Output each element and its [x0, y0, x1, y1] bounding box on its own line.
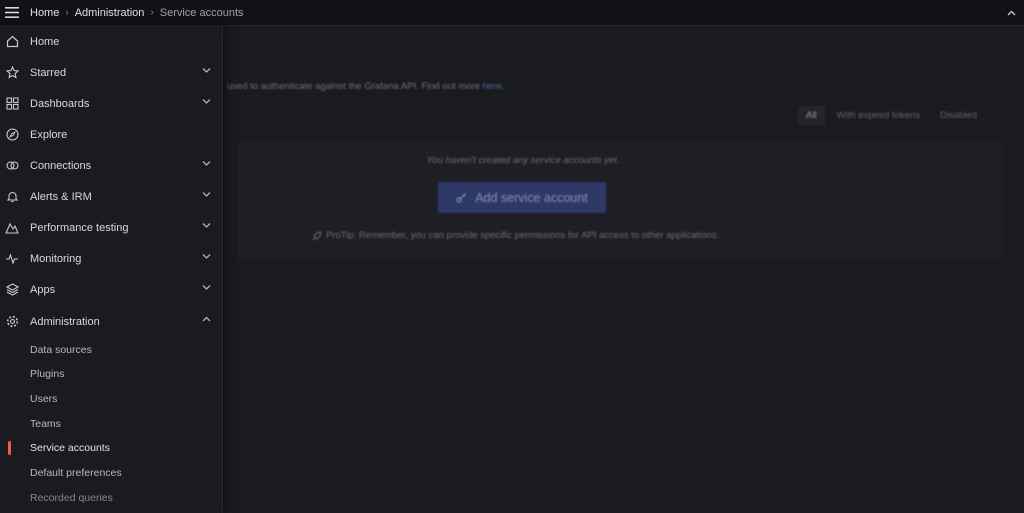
chevron-down-icon[interactable] — [202, 284, 211, 290]
sidebar-subitem-label: Teams — [30, 418, 61, 430]
chevron-up-icon[interactable] — [1004, 6, 1018, 20]
chevron-right-icon: › — [150, 7, 154, 18]
sidebar-item-label: Starred — [30, 66, 67, 79]
sidebar-item-monitoring[interactable]: Monitoring — [0, 243, 223, 274]
sidebar-item-label: Apps — [30, 283, 56, 296]
sidebar-item-label: Home — [30, 35, 60, 48]
top-bar: Home › Administration › Service accounts — [0, 0, 1024, 26]
sidebar-subitem-label: Recorded queries — [30, 492, 113, 504]
sidebar-item-dashboards[interactable]: Dashboards — [0, 88, 223, 119]
sidebar: Home Starred Dashboards Explore Connecti… — [0, 26, 223, 513]
chevron-up-icon[interactable] — [202, 316, 211, 322]
chevron-down-icon[interactable] — [202, 191, 211, 197]
sidebar-item-label: Explore — [30, 128, 68, 141]
chevron-down-icon[interactable] — [202, 253, 211, 259]
sidebar-subitem-service-accounts[interactable]: Service accounts — [0, 436, 223, 460]
compass-icon — [0, 128, 24, 141]
sidebar-subitem-label: Plugins — [30, 368, 65, 380]
sidebar-subitem-label: Users — [30, 393, 58, 405]
breadcrumb-home[interactable]: Home — [30, 7, 59, 19]
chevron-down-icon[interactable] — [202, 222, 211, 228]
sidebar-item-label: Administration — [30, 315, 100, 328]
sidebar-item-label: Performance testing — [30, 221, 129, 234]
star-icon — [0, 66, 24, 79]
heartbeat-icon — [0, 252, 24, 265]
layers-icon — [0, 283, 24, 296]
sidebar-subitem-teams[interactable]: Teams — [0, 412, 223, 436]
sidebar-item-administration[interactable]: Administration — [0, 306, 223, 337]
sidebar-item-alerts[interactable]: Alerts & IRM — [0, 181, 223, 212]
sidebar-subitem-recorded-queries[interactable]: Recorded queries — [0, 486, 223, 510]
sidebar-subitem-label: Service accounts — [30, 442, 110, 454]
sidebar-subitem-plugins[interactable]: Plugins — [0, 362, 223, 386]
chevron-right-icon: › — [65, 7, 69, 18]
sidebar-item-connections[interactable]: Connections — [0, 150, 223, 181]
sidebar-subitem-label: Default preferences — [30, 467, 122, 479]
performance-icon — [0, 221, 24, 234]
sidebar-item-starred[interactable]: Starred — [0, 57, 223, 88]
sidebar-subitem-data-sources[interactable]: Data sources — [0, 338, 223, 362]
sidebar-item-label: Alerts & IRM — [30, 190, 92, 203]
dashboards-icon — [0, 97, 24, 110]
bell-icon — [0, 190, 24, 203]
home-icon — [0, 35, 24, 48]
sidebar-item-performance-testing[interactable]: Performance testing — [0, 212, 223, 243]
sidebar-item-explore[interactable]: Explore — [0, 119, 223, 150]
sidebar-item-home[interactable]: Home — [0, 26, 223, 57]
chevron-down-icon[interactable] — [202, 67, 211, 73]
breadcrumb-administration[interactable]: Administration — [75, 7, 145, 19]
connections-icon — [0, 159, 24, 172]
active-indicator — [8, 441, 11, 455]
chevron-down-icon[interactable] — [202, 98, 211, 104]
cog-icon — [0, 315, 24, 328]
sidebar-item-apps[interactable]: Apps — [0, 274, 223, 305]
breadcrumb-service-accounts: Service accounts — [159, 6, 244, 19]
sidebar-subitem-label: Data sources — [30, 344, 92, 356]
sidebar-item-label: Connections — [30, 159, 92, 172]
sidebar-subitem-default-preferences[interactable]: Default preferences — [0, 461, 223, 485]
menu-icon[interactable] — [0, 0, 24, 26]
sidebar-subitem-users[interactable]: Users — [0, 387, 223, 411]
breadcrumb: Home › Administration › Service accounts — [30, 7, 244, 19]
sidebar-item-label: Monitoring — [30, 252, 82, 265]
sidebar-item-label: Dashboards — [30, 97, 90, 110]
chevron-down-icon[interactable] — [202, 160, 211, 166]
